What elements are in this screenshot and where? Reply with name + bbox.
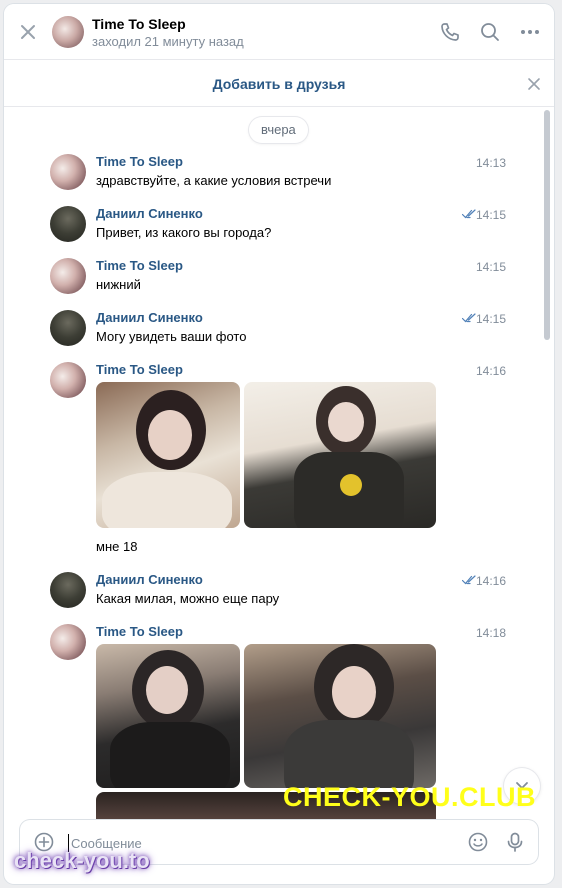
add-friend-button[interactable]: Добавить в друзья — [4, 76, 554, 92]
add-friend-bar: Добавить в друзья — [4, 61, 554, 107]
message-author[interactable]: Time To Sleep — [96, 362, 183, 377]
message-text: Привет, из какого вы города? — [96, 225, 272, 240]
watermark-top: CHECK-YOU.CLUB — [283, 782, 536, 812]
read-check-icon — [462, 575, 476, 585]
message-time: 14:15 — [475, 208, 506, 222]
message-author[interactable]: Time To Sleep — [96, 258, 183, 273]
message-text: нижний — [96, 277, 141, 292]
watermark-bottom: check-you.to — [14, 848, 150, 873]
chat-title[interactable]: Time To Sleep — [92, 16, 186, 32]
message-time: 14:15 — [475, 260, 506, 274]
message-author[interactable]: Даниил Синенко — [96, 206, 203, 221]
read-check-icon — [462, 209, 476, 219]
read-check-icon — [462, 313, 476, 323]
more-icon[interactable] — [518, 20, 542, 44]
avatar[interactable] — [50, 572, 86, 608]
message-text: Могу увидеть ваши фото — [96, 329, 247, 344]
message-time: 14:15 — [475, 312, 506, 326]
date-separator: вчера — [249, 117, 308, 143]
microphone-icon[interactable] — [504, 831, 526, 853]
photo-attachment[interactable] — [96, 644, 240, 788]
search-icon[interactable] — [478, 20, 502, 44]
avatar[interactable] — [50, 310, 86, 346]
avatar[interactable] — [50, 258, 86, 294]
avatar[interactable] — [52, 16, 84, 48]
message-time: 14:13 — [475, 156, 506, 170]
message-author[interactable]: Даниил Синенко — [96, 310, 203, 325]
photo-attachment[interactable] — [244, 382, 436, 528]
message-author[interactable]: Даниил Синенко — [96, 572, 203, 587]
phone-icon[interactable] — [438, 20, 462, 44]
close-icon[interactable] — [16, 20, 40, 44]
message-time: 14:16 — [475, 574, 506, 588]
message-author[interactable]: Time To Sleep — [96, 624, 183, 639]
photo-attachment[interactable] — [96, 382, 240, 528]
message-text: мне 18 — [96, 539, 138, 554]
scrollbar[interactable] — [544, 110, 550, 340]
message-time: 14:16 — [475, 364, 506, 378]
avatar[interactable] — [50, 624, 86, 660]
message-text: здравствуйте, а какие условия встречи — [96, 173, 332, 188]
chat-window: Time To Sleep заходил 21 минуту назад До… — [4, 4, 554, 884]
message-author[interactable]: Time To Sleep — [96, 154, 183, 169]
dismiss-icon[interactable] — [526, 76, 542, 92]
message-text: Какая милая, можно еще пару — [96, 591, 280, 606]
avatar[interactable] — [50, 362, 86, 398]
emoji-icon[interactable] — [468, 832, 488, 852]
photo-attachment[interactable] — [244, 644, 436, 788]
avatar[interactable] — [50, 206, 86, 242]
avatar[interactable] — [50, 154, 86, 190]
chat-header: Time To Sleep заходил 21 минуту назад — [4, 4, 554, 60]
last-seen-status: заходил 21 минуту назад — [92, 34, 244, 49]
message-time: 14:18 — [475, 626, 506, 640]
